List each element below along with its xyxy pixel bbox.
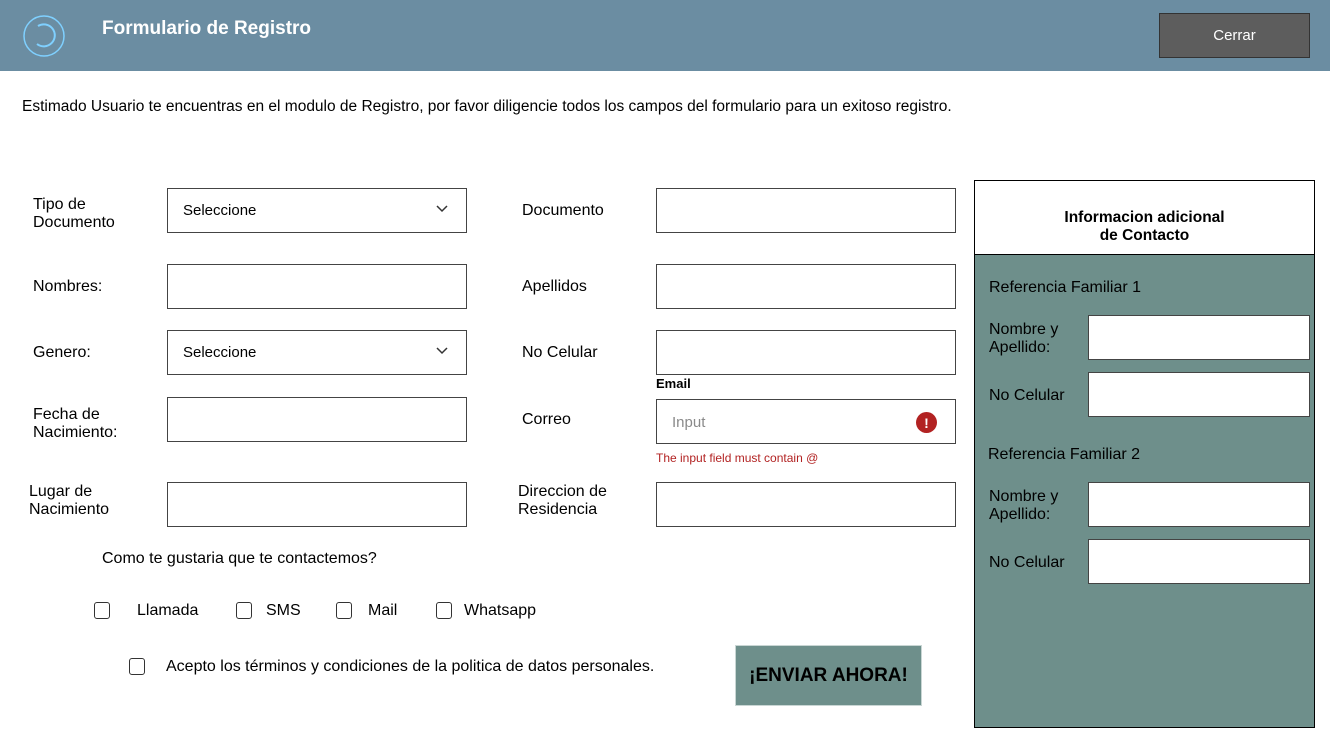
checkbox-label: SMS — [266, 602, 301, 619]
page-title: Formulario de Registro — [102, 18, 312, 39]
chevron-down-icon — [436, 347, 448, 355]
header-bar: Formulario de Registro Cerrar — [0, 0, 1330, 71]
chevron-down-icon — [436, 205, 448, 213]
submit-button[interactable]: ¡ENVIAR AHORA! — [735, 645, 922, 706]
genero-value: Seleccione — [183, 344, 257, 361]
ref2-phone-input[interactable] — [1088, 539, 1310, 584]
genero-select[interactable]: Seleccione — [167, 330, 467, 375]
checkbox-mail[interactable] — [336, 602, 352, 619]
email-field[interactable]: Input ! — [656, 399, 956, 444]
tipo-documento-value: Seleccione — [183, 202, 257, 219]
terms-label: Acepto los términos y condiciones de la … — [166, 658, 655, 675]
tipo-documento-select[interactable]: Seleccione — [167, 188, 467, 233]
ref2-heading: Referencia Familiar 2 — [988, 446, 1141, 463]
ref1-phone-input[interactable] — [1088, 372, 1310, 417]
email-placeholder: Input — [672, 414, 706, 431]
checkbox-label: Whatsapp — [464, 602, 537, 619]
email-field-label: Email — [656, 376, 691, 391]
additional-contact-panel: Informacion adicional de Contacto Refere… — [974, 180, 1315, 728]
panel-header: Informacion adicional de Contacto — [975, 181, 1314, 255]
documento-input[interactable] — [656, 188, 956, 233]
celular-label: No Celular — [522, 344, 598, 361]
checkbox-label: Llamada — [137, 602, 199, 619]
ref2-name-label: Nombre y Apellido: — [989, 488, 1059, 523]
documento-label: Documento — [522, 202, 604, 219]
lugar-nacimiento-input[interactable] — [167, 482, 467, 527]
terms-checkbox[interactable] — [129, 658, 145, 675]
lugar-nacimiento-label: Lugar de Nacimiento — [29, 483, 110, 518]
tipo-documento-label: Tipo de Documento — [33, 196, 115, 231]
apellidos-input[interactable] — [656, 264, 956, 309]
checkbox-sms[interactable] — [236, 602, 252, 619]
ref2-phone-label: No Celular — [989, 554, 1065, 571]
close-button[interactable]: Cerrar — [1159, 13, 1310, 58]
correo-label: Correo — [522, 411, 571, 428]
fecha-nacimiento-input[interactable] — [167, 397, 467, 442]
panel-title: Informacion adicional de Contacto — [1064, 208, 1225, 244]
intro-text: Estimado Usuario te encuentras en el mod… — [22, 98, 952, 115]
checkbox-llamada[interactable] — [94, 602, 110, 619]
fecha-nacimiento-label: Fecha de Nacimiento: — [33, 406, 118, 441]
ref1-name-label: Nombre y Apellido: — [989, 321, 1059, 356]
nombres-input[interactable] — [167, 264, 467, 309]
nombres-label: Nombres: — [33, 278, 103, 295]
celular-input[interactable] — [656, 330, 956, 375]
error-icon: ! — [916, 412, 937, 433]
ref2-name-input[interactable] — [1088, 482, 1310, 527]
contact-question: Como te gustaria que te contactemos? — [102, 550, 377, 567]
checkbox-label: Mail — [368, 602, 398, 619]
email-error-message: The input field must contain @ — [656, 451, 819, 465]
apellidos-label: Apellidos — [522, 278, 587, 295]
ref1-name-input[interactable] — [1088, 315, 1310, 360]
ref1-phone-label: No Celular — [989, 387, 1065, 404]
checkbox-whatsapp[interactable] — [436, 602, 452, 619]
ref1-heading: Referencia Familiar 1 — [989, 279, 1142, 296]
direccion-input[interactable] — [656, 482, 956, 527]
logo-icon — [23, 15, 65, 57]
genero-label: Genero: — [33, 344, 91, 361]
direccion-label: Direccion de Residencia — [518, 483, 607, 518]
